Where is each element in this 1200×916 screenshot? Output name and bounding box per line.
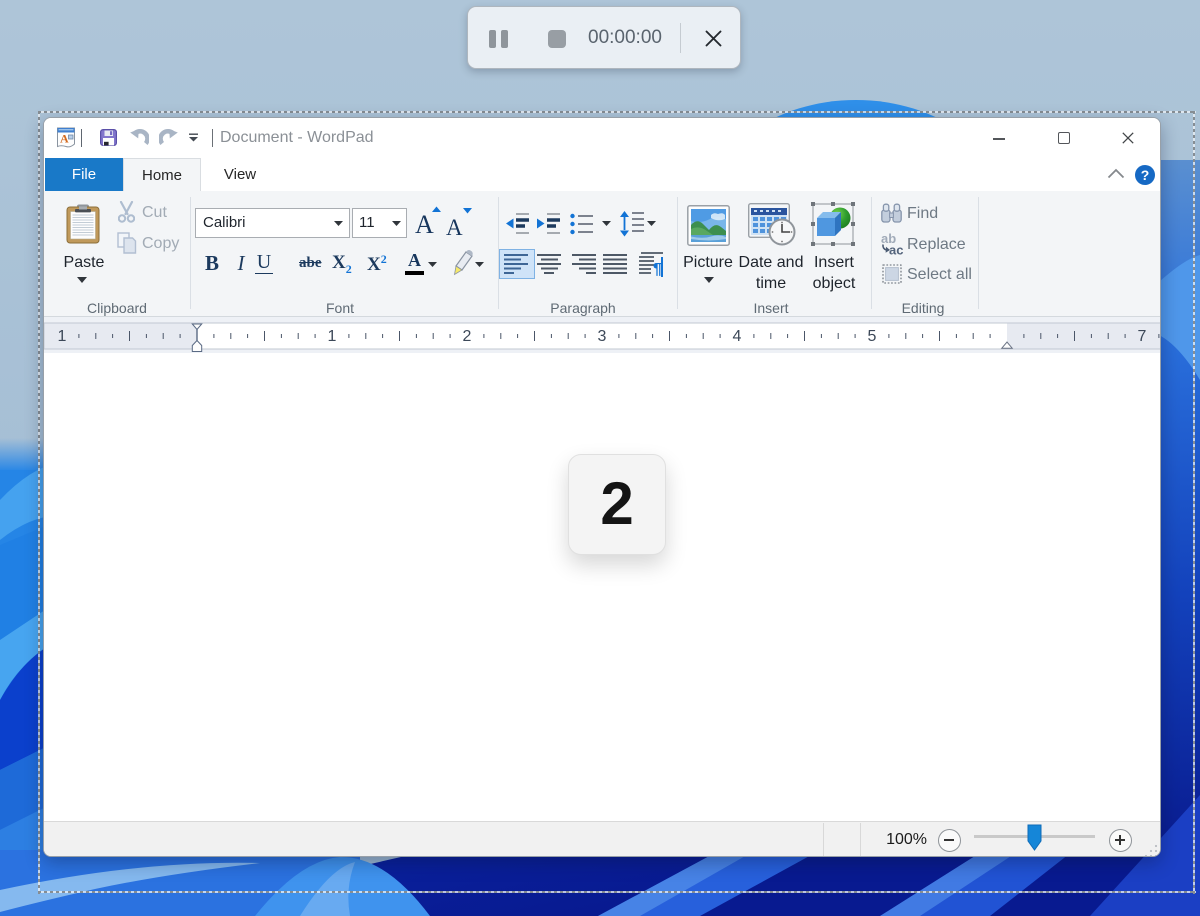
svg-text:A: A [446,215,463,238]
svg-text:5: 5 [868,328,877,345]
svg-text:2: 2 [463,328,472,345]
svg-text:A: A [415,210,434,238]
svg-text:¶: ¶ [653,261,662,277]
svg-text:3: 3 [598,328,607,345]
svg-text:A: A [60,132,69,146]
svg-text:7: 7 [1138,328,1147,345]
svg-text:ac: ac [889,243,903,256]
svg-text:1: 1 [328,328,337,345]
svg-text:1: 1 [58,328,67,345]
svg-text:4: 4 [733,328,742,345]
